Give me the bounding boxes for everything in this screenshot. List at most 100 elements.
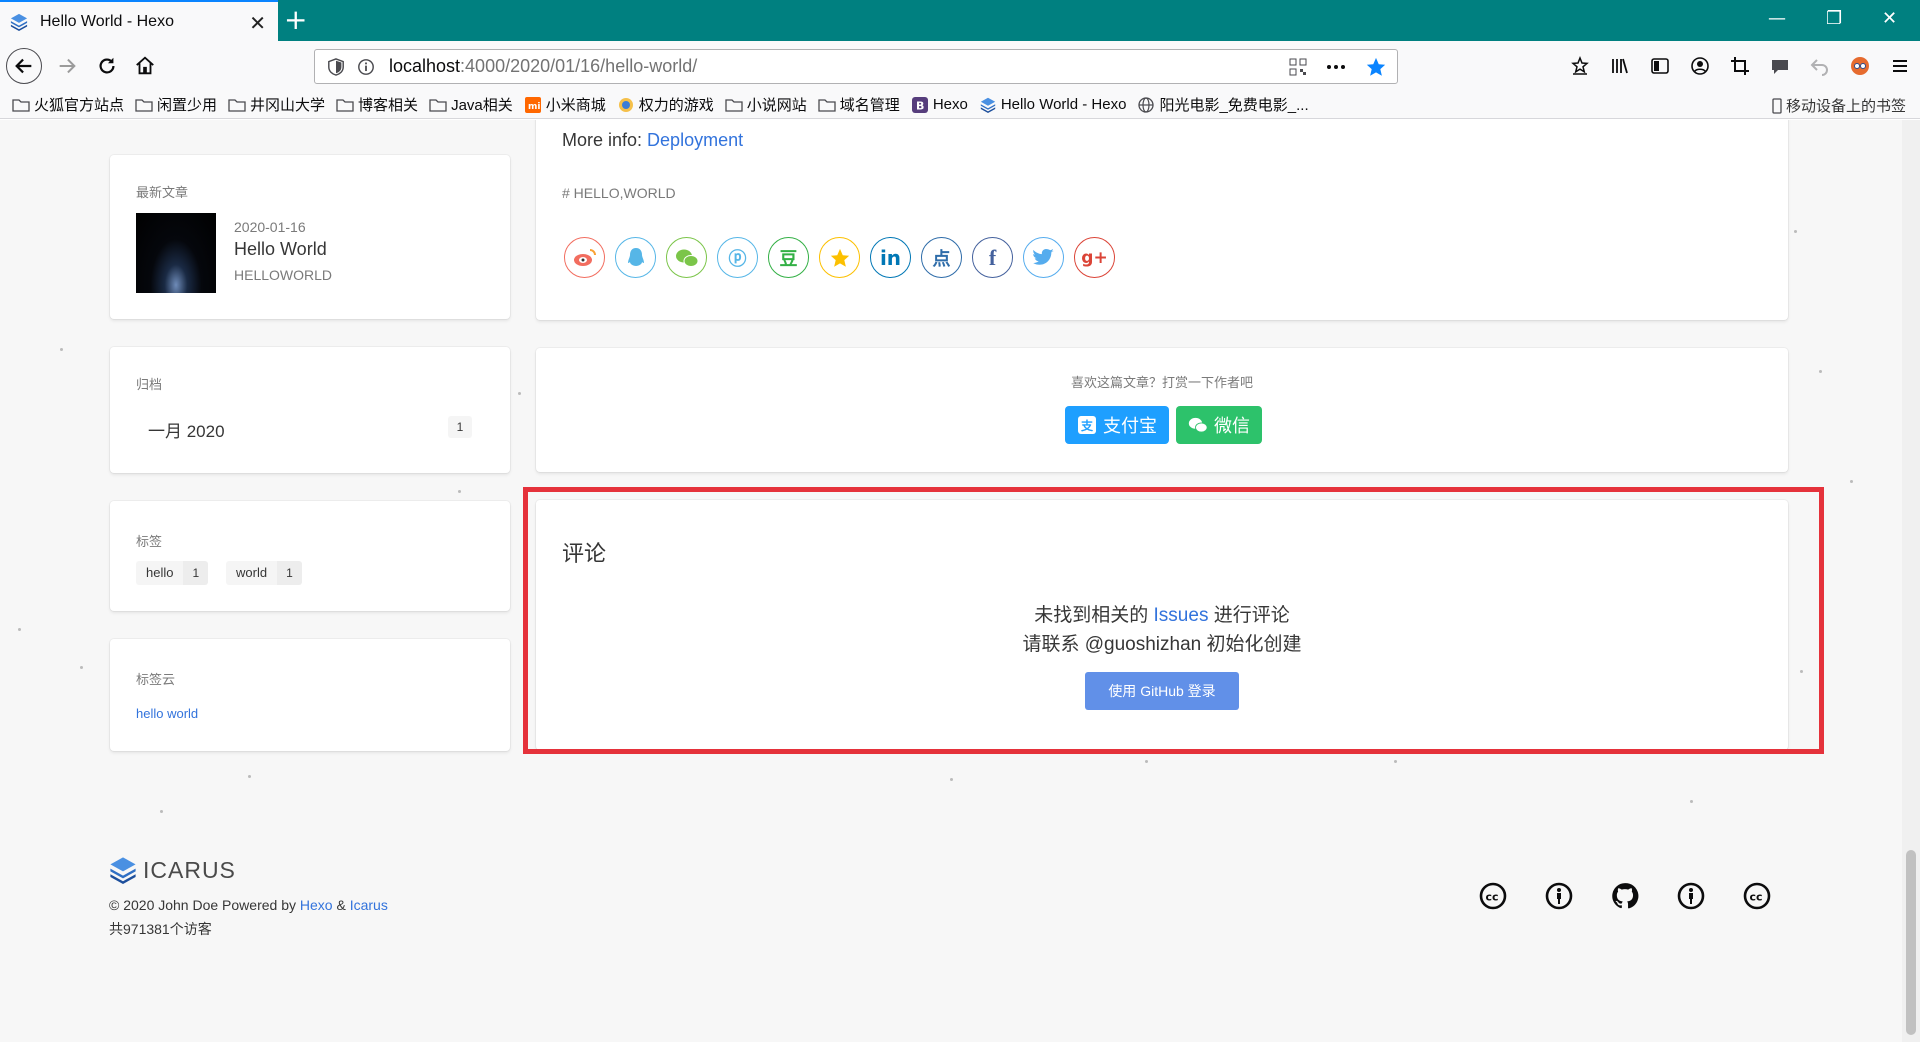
forward-button[interactable]: [50, 49, 84, 83]
bookmark-star-icon[interactable]: [1365, 56, 1387, 78]
screenshot-button[interactable]: [1720, 49, 1760, 83]
facebook-share-button[interactable]: f: [972, 237, 1013, 278]
bookmark-label: 博客相关: [358, 97, 419, 114]
github-icon[interactable]: [1610, 881, 1640, 911]
bookmark-item[interactable]: 火狐官方站点: [12, 94, 124, 115]
footer-logo[interactable]: ICARUS: [109, 855, 236, 885]
home-icon: [136, 56, 154, 75]
widget-title: 标签: [136, 534, 163, 549]
icarus-link[interactable]: Icarus: [350, 897, 388, 913]
tab-close-icon[interactable]: ✕: [249, 11, 266, 35]
scrollbar-thumb[interactable]: [1906, 850, 1916, 1035]
url-path: :4000/2020/01/16/hello-world/: [460, 56, 698, 76]
more-actions-icon[interactable]: [1325, 58, 1347, 76]
mobile-bookmarks[interactable]: 移动设备上的书签: [1772, 95, 1906, 116]
favorite-share-button[interactable]: [819, 237, 860, 278]
cc-icon[interactable]: cc: [1478, 881, 1508, 911]
particle-dot: [18, 628, 21, 631]
google-plus-share-button[interactable]: g+: [1074, 237, 1115, 278]
post-tags[interactable]: # HELLO,WORLD: [562, 185, 676, 201]
menu-button[interactable]: [1880, 49, 1920, 83]
close-window-button[interactable]: ✕: [1882, 8, 1897, 29]
hexo-layers-icon: [10, 13, 28, 31]
bookmark-item[interactable]: mi 小米商城: [524, 94, 606, 115]
github-login-button[interactable]: 使用 GitHub 登录: [1085, 672, 1239, 710]
bookmark-item[interactable]: 域名管理: [818, 94, 900, 115]
notice-prefix: 未找到相关的: [1034, 605, 1154, 626]
footer: ICARUS © 2020 John Doe Powered by Hexo &…: [0, 825, 1902, 1042]
page-viewport: 最新文章 2020-01-16 Hello World HELLOWORLD 归…: [0, 120, 1902, 1042]
visitor-count: 共971381个访客: [109, 921, 212, 937]
tag-world[interactable]: world 1: [226, 561, 302, 585]
account-button[interactable]: [1680, 49, 1720, 83]
sidebar-button[interactable]: [1640, 49, 1680, 83]
comments-card: 评论 未找到相关的 Issues 进行评论 请联系 @guoshizhan 初始…: [536, 500, 1788, 750]
library-button[interactable]: [1600, 49, 1640, 83]
url-text[interactable]: localhost:4000/2020/01/16/hello-world/: [389, 56, 697, 77]
tagcloud-link[interactable]: hello world: [136, 706, 198, 721]
undo-extension-button[interactable]: [1800, 49, 1840, 83]
share-buttons: ⓟ 豆 in 点 f g+: [564, 237, 1115, 278]
weibo-share-button[interactable]: [564, 237, 605, 278]
reading-list-button[interactable]: [1560, 49, 1600, 83]
douban-share-button[interactable]: 豆: [768, 237, 809, 278]
deployment-link[interactable]: Deployment: [647, 130, 743, 150]
hexo-link[interactable]: Hexo: [300, 897, 333, 913]
folder-icon: [228, 97, 246, 113]
account-icon: [1691, 57, 1709, 75]
bookmark-item[interactable]: 小说网站: [725, 94, 807, 115]
page-scrollbar[interactable]: [1902, 120, 1920, 1042]
bookmark-item[interactable]: 博客相关: [336, 94, 418, 115]
bookmark-item[interactable]: 闲置少用: [135, 94, 217, 115]
bookmark-label: 火狐官方站点: [34, 97, 125, 114]
bookmark-label: 小米商城: [545, 97, 606, 114]
reload-button[interactable]: [90, 49, 124, 83]
twitter-share-button[interactable]: [1023, 237, 1064, 278]
hamburger-menu-icon: [1893, 60, 1907, 72]
new-tab-button[interactable]: +: [284, 5, 307, 35]
qq-share-button[interactable]: [615, 237, 656, 278]
url-bar[interactable]: localhost:4000/2020/01/16/hello-world/: [314, 49, 1398, 84]
tag-hello[interactable]: hello 1: [136, 561, 209, 585]
minimize-button[interactable]: —: [1768, 8, 1786, 29]
shield-icon[interactable]: [327, 57, 345, 76]
bookmark-label: Java相关: [451, 97, 513, 114]
post-category-link[interactable]: HELLOWORLD: [234, 267, 332, 283]
bookmark-item[interactable]: Hello World - Hexo: [979, 96, 1126, 113]
bookmark-item[interactable]: 井冈山大学: [228, 94, 325, 115]
tags-widget: 标签 hello 1 world 1: [110, 501, 510, 611]
qr-code-icon[interactable]: [1289, 58, 1307, 76]
particle-dot: [518, 392, 521, 395]
browser-titlebar: Hello World - Hexo ✕ + — ❐ ✕: [0, 0, 1920, 41]
cc-icon[interactable]: cc: [1742, 881, 1772, 911]
wechat-share-button[interactable]: [666, 237, 707, 278]
linkedin-share-button[interactable]: in: [870, 237, 911, 278]
chat-extension-button[interactable]: [1760, 49, 1800, 83]
alipay-button[interactable]: 支 支付宝: [1065, 406, 1169, 444]
bookmark-item[interactable]: Java相关: [429, 94, 513, 115]
archive-month-link[interactable]: 一月 2020: [148, 417, 225, 442]
post-thumbnail[interactable]: [136, 213, 216, 293]
restore-button[interactable]: ❐: [1826, 8, 1842, 29]
browser-tab-active[interactable]: Hello World - Hexo ✕: [0, 0, 278, 41]
bookmark-item[interactable]: 权力的游戏: [617, 94, 714, 115]
bookmark-item[interactable]: 阳光电影_免费电影_...: [1137, 94, 1309, 115]
accessibility-icon[interactable]: [1676, 881, 1706, 911]
bookmark-item[interactable]: B Hexo: [911, 96, 968, 113]
home-button[interactable]: [128, 49, 162, 83]
wechat-pay-button[interactable]: 微信: [1176, 406, 1262, 444]
accessibility-icon[interactable]: [1544, 881, 1574, 911]
avatar-extension-button[interactable]: [1840, 49, 1880, 83]
particle-dot: [60, 348, 63, 351]
folder-icon: [135, 97, 153, 113]
back-button[interactable]: [6, 48, 42, 84]
diandian-share-button[interactable]: 点: [921, 237, 962, 278]
archives-widget: 归档 一月 2020 1: [110, 347, 510, 473]
post-title-link[interactable]: Hello World: [234, 239, 327, 260]
mobile-bookmarks-label: 移动设备上的书签: [1785, 98, 1906, 115]
donate-card: 喜欢这篇文章？打赏一下作者吧 支 支付宝 微信: [536, 348, 1788, 472]
issues-link[interactable]: Issues: [1154, 605, 1209, 626]
qzone-share-button[interactable]: ⓟ: [717, 237, 758, 278]
info-icon[interactable]: [357, 58, 375, 76]
qq-penguin-icon: [627, 247, 644, 266]
